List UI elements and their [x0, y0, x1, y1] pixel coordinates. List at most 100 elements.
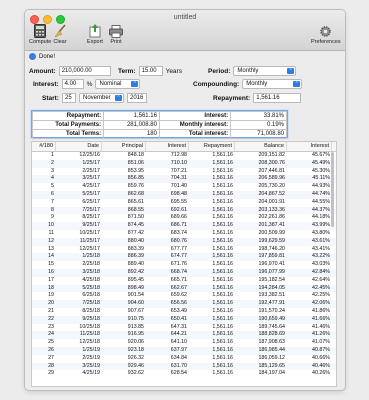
table-cell: 11 — [48, 229, 55, 236]
table-cell: 898.49 — [127, 284, 144, 291]
table-cell: 12/25/16 — [79, 152, 100, 158]
table-cell: 200,509.99 — [258, 229, 285, 236]
column-header[interactable]: Balance — [235, 142, 287, 151]
amount-row: Amount: 210,000.00 — [29, 66, 111, 76]
table-row[interactable]: 12 11/25/17 880.40 680.76 1,561.16 199,629.59… — [32, 237, 336, 246]
table-row[interactable]: 9 8/25/17 871.50 689.66 1,561.16 202,261.86 44… — [32, 214, 336, 222]
table-row[interactable]: 25 12/25/18 920.06 641.10 1,561.16 187,908.63… — [32, 339, 336, 347]
table-cell: 44.37% — [312, 206, 330, 213]
table-row[interactable]: 3 2/25/17 853.95 707.21 1,561.16 207,446.81 45… — [32, 168, 336, 176]
table-row[interactable]: 29 4/25/19 932.62 628.54 1,561.16 184,197.04 4… — [32, 370, 336, 378]
table-cell: 1,561.16 — [212, 229, 233, 236]
table-row[interactable]: 4 3/25/17 856.85 704.31 1,561.16 206,589.96 45… — [32, 175, 336, 184]
interest-input[interactable]: 4.00 — [61, 79, 84, 89]
table-row[interactable]: 28 3/25/19 929.46 631.70 1,561.16 185,129.65 4… — [32, 362, 336, 371]
term-row: Term: 15.00 Years — [118, 66, 182, 76]
table-row[interactable]: 24 11/25/18 916.95 644.21 1,561.16 188,828.69… — [32, 331, 336, 340]
scrollbar[interactable] — [331, 152, 334, 227]
chevron-down-icon: ⌃ — [131, 81, 139, 87]
print-button[interactable]: Print — [108, 24, 124, 45]
table-row[interactable]: 15 2/25/18 889.40 671.76 1,561.16 196,970.41 4… — [32, 261, 336, 269]
table-row[interactable]: 16 3/25/18 892.42 668.74 1,561.16 196,077.99 4… — [32, 268, 336, 277]
table-cell: 710.10 — [170, 159, 187, 166]
table-cell: 1,561.16 — [212, 339, 233, 346]
table-cell: 42.06% — [312, 300, 330, 307]
table-row[interactable]: 17 4/25/18 895.45 665.71 1,561.16 195,182.54 4… — [32, 277, 336, 285]
table-cell: 851.06 — [127, 159, 144, 166]
export-button[interactable]: Export — [87, 24, 103, 45]
summary-row: Repayment: 1,561.16 Interest: 33.81% — [31, 111, 287, 121]
gear-icon — [318, 24, 334, 38]
table-cell: 40.46% — [312, 362, 330, 369]
interest-label: Interest: — [33, 80, 59, 88]
column-header[interactable]: Interest — [146, 142, 189, 151]
table-cell: 916.95 — [127, 331, 144, 338]
table-row[interactable]: 13 12/25/17 883.39 677.77 1,561.16 198,746.20… — [32, 246, 336, 254]
table-cell: 40.26% — [312, 370, 330, 377]
amount-input[interactable]: 210,000.00 — [58, 66, 111, 76]
table-row[interactable]: 19 6/25/18 901.54 659.62 1,561.16 193,382.51 4… — [32, 292, 336, 300]
table-row[interactable]: 14 1/25/18 886.39 674.77 1,561.16 197,859.81 4… — [32, 253, 336, 262]
table-row[interactable]: 21 8/25/18 907.67 653.49 1,561.16 191,570.24 4… — [32, 308, 336, 316]
table-row[interactable]: 22 9/25/18 910.75 650.41 1,561.16 190,659.49 4… — [32, 315, 336, 324]
start-day-input[interactable]: 25 — [61, 93, 76, 103]
table-cell: 637.97 — [170, 346, 187, 353]
table-row[interactable]: 20 7/25/18 904.60 656.56 1,561.16 192,477.91 4… — [32, 300, 336, 308]
table-row[interactable]: 10 9/25/17 874.45 686.71 1,561.16 201,387.41 4… — [32, 222, 336, 230]
table-cell: 1,561.16 — [212, 276, 233, 283]
table-cell: 856.85 — [127, 175, 144, 182]
column-header[interactable]: Date — [56, 142, 102, 151]
table-row[interactable]: 11 10/25/17 877.42 683.74 1,561.16 200,509.99… — [32, 230, 336, 238]
start-month-select[interactable]: November ⌃ — [78, 93, 124, 103]
compute-button[interactable]: Compute — [29, 24, 51, 45]
table-row[interactable]: 5 4/25/17 859.76 701.40 1,561.16 205,730.20 44… — [32, 183, 336, 191]
repayment-row: Repayment: 1,561.16 — [213, 93, 302, 103]
table-cell: 11/25/18 — [79, 331, 100, 338]
table-cell: 910.75 — [127, 315, 144, 322]
table-cell: 4/25/19 — [82, 370, 100, 377]
period-select[interactable]: Monthly ⌃ — [233, 66, 297, 76]
preferences-button[interactable]: Preferences — [311, 24, 341, 45]
table-cell: 913.85 — [127, 323, 144, 330]
table-cell: 43.99% — [312, 222, 330, 229]
table-row[interactable]: 23 10/25/18 913.85 647.31 1,561.16 189,745.64… — [32, 324, 336, 332]
table-row[interactable]: 8 7/25/17 868.55 692.61 1,561.16 203,133.36 44… — [32, 206, 336, 215]
column-header[interactable]: Principal — [102, 142, 146, 151]
table-cell: 204,867.52 — [258, 190, 285, 197]
table-cell: 698.48 — [170, 190, 187, 197]
table-cell: 14 — [48, 253, 54, 260]
table-cell: 6 — [51, 190, 54, 197]
clear-button[interactable]: Clear — [52, 24, 68, 45]
column-header[interactable]: Interest — [287, 142, 332, 151]
table-cell: 1,561.16 — [212, 152, 233, 158]
table-row[interactable]: 2 1/25/17 851.06 710.10 1,561.16 208,300.76 45… — [32, 159, 336, 168]
table-cell: 42.64% — [312, 276, 330, 283]
table-cell: 40.66% — [312, 354, 330, 361]
table-cell: 686.71 — [170, 222, 187, 229]
amortization-table[interactable]: #/180 Date Principal Interest Repayment … — [31, 141, 337, 387]
table-row[interactable]: 26 1/25/19 923.18 637.97 1,561.16 186,985.44 4… — [32, 346, 336, 355]
table-row[interactable]: 6 5/25/17 862.68 698.48 1,561.16 204,867.52 44… — [32, 190, 336, 199]
column-header[interactable]: Repayment — [189, 142, 235, 151]
table-cell: 641.10 — [170, 339, 187, 346]
table-row[interactable]: 7 6/25/17 865.61 695.55 1,561.16 204,001.91 44… — [32, 199, 336, 207]
column-header[interactable]: #/180 — [32, 142, 56, 151]
table-cell: 45.30% — [312, 167, 330, 174]
table-cell: 1,561.16 — [212, 370, 233, 377]
repayment-input[interactable]: 1,561.16 — [253, 93, 302, 103]
table-cell: 662.67 — [170, 284, 187, 291]
table-cell: 680.76 — [170, 237, 187, 244]
table-row[interactable]: 1 12/25/16 848.18 712.98 1,561.16 209,151.82 4… — [32, 152, 336, 160]
table-cell: 45.67% — [312, 152, 330, 158]
table-cell: 187,908.63 — [258, 339, 285, 346]
table-cell: 196,970.41 — [258, 261, 285, 268]
table-row[interactable]: 18 5/25/18 898.49 662.67 1,561.16 194,284.05 4… — [32, 284, 336, 293]
interest-type-select[interactable]: Nominal ⌃ — [95, 79, 141, 89]
compounding-select[interactable]: Monthly ⌃ — [242, 79, 303, 89]
table-cell: 923.18 — [127, 346, 144, 353]
table-cell: 201,387.41 — [258, 222, 285, 229]
term-input[interactable]: 15.00 — [138, 66, 163, 76]
table-cell: 656.56 — [170, 300, 187, 307]
start-year-input[interactable]: 2016 — [126, 93, 147, 103]
table-row[interactable]: 27 2/25/19 926.32 634.84 1,561.16 186,059.12 4… — [32, 355, 336, 363]
